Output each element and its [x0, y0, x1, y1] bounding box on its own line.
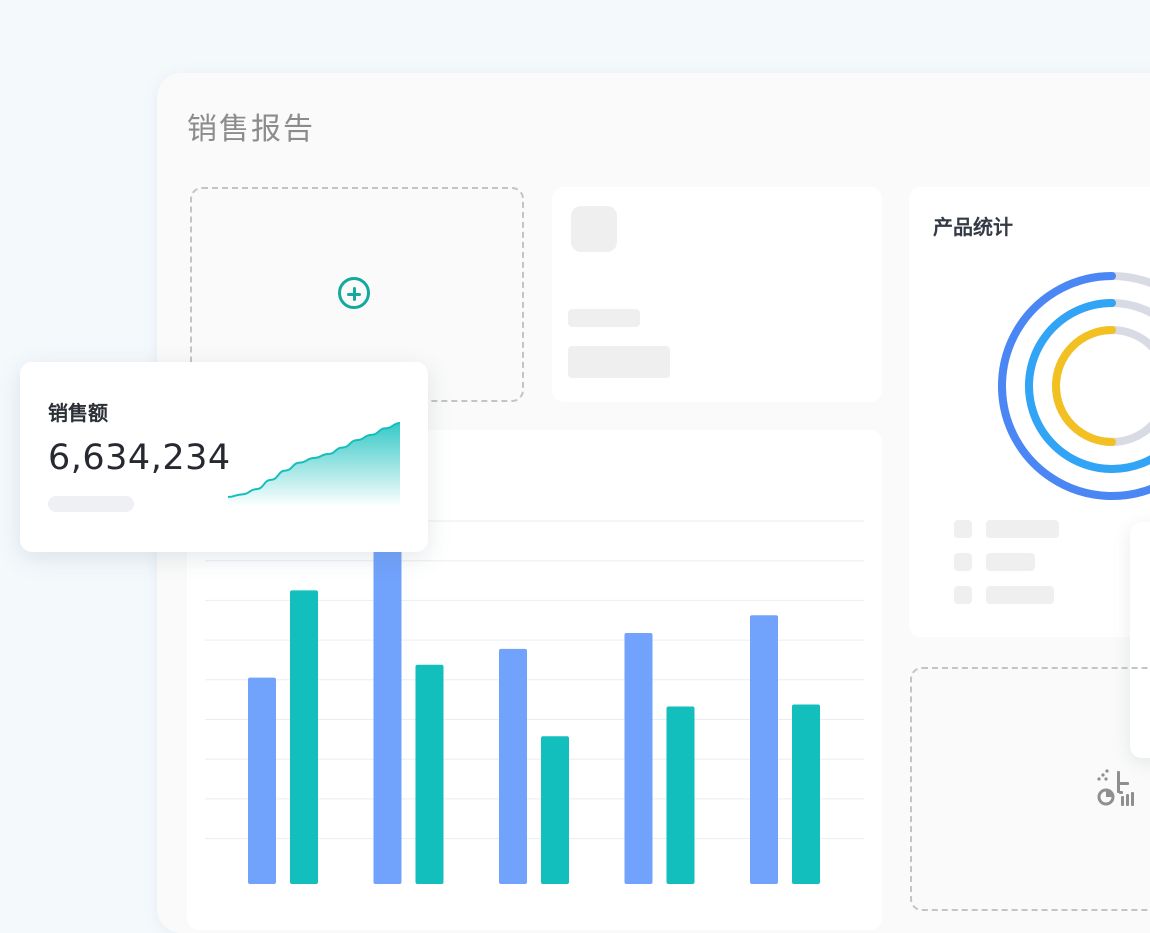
bar — [248, 677, 276, 884]
sales-value: 6,634,234 — [48, 438, 231, 478]
legend-text — [986, 520, 1059, 538]
bar — [750, 615, 778, 884]
bar — [499, 648, 527, 884]
skeleton-bar — [48, 496, 134, 512]
sales-card: 销售额 6,634,234 — [20, 362, 428, 552]
legend-text — [986, 586, 1054, 604]
bar — [666, 706, 695, 884]
skeleton-line — [568, 346, 670, 378]
ring-segment — [1052, 326, 1116, 446]
product-ring-chart — [998, 272, 1150, 500]
sales-label: 销售额 — [48, 401, 108, 425]
product-stats-title: 产品统计 — [933, 215, 1013, 239]
page-title: 销售报告 — [187, 112, 315, 147]
bar — [792, 704, 820, 884]
bar — [373, 550, 402, 884]
bar — [624, 633, 653, 884]
plus-circle-icon[interactable] — [338, 277, 370, 309]
skeleton-avatar — [571, 206, 617, 252]
ring-track — [1025, 299, 1150, 473]
legend-swatch — [954, 586, 972, 604]
bar — [415, 664, 444, 884]
legend-text — [986, 553, 1035, 571]
sales-sparkline — [227, 422, 401, 507]
skeleton-line — [568, 309, 640, 327]
ring-segment — [1025, 299, 1150, 473]
legend-swatch — [954, 520, 972, 538]
legend-swatch — [954, 553, 972, 571]
chart-tools-icon[interactable] — [1095, 767, 1139, 811]
bar — [290, 590, 318, 884]
bar — [541, 736, 569, 884]
